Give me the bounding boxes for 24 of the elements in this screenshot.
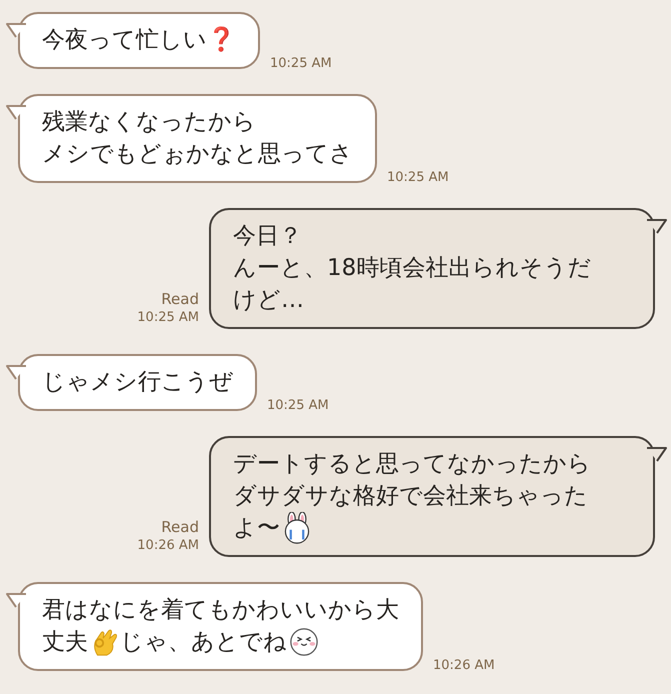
- read-receipt: Read: [161, 517, 199, 537]
- message-text: デートすると思ってなかったから: [233, 450, 591, 479]
- message-time: 10:26 AM: [137, 537, 199, 555]
- message-text: ❓: [207, 26, 236, 55]
- message-text: 君はなにを着てもかわいいから大: [42, 596, 399, 625]
- message-text: んーと、18時頃会社出られそうだ: [233, 254, 592, 283]
- message-time: 10:25 AM: [387, 169, 449, 187]
- message-text: 今夜って忙しい: [42, 26, 207, 55]
- message-time: 10:26 AM: [433, 657, 495, 675]
- message-text: メシでもどぉかなと思ってさ: [42, 140, 353, 169]
- laughing-face-icon: [289, 626, 319, 658]
- message-time: 10:25 AM: [267, 397, 329, 415]
- rabbit-icon: [282, 512, 312, 544]
- read-receipt: Read: [161, 289, 199, 309]
- message-text: じゃメシ行こうぜ: [42, 368, 233, 397]
- message-time: 10:25 AM: [137, 309, 199, 327]
- message-text: じゃ、あとでね: [120, 628, 287, 657]
- message-text: よ〜: [233, 514, 280, 543]
- message-time: 10:25 AM: [270, 55, 332, 73]
- message-text: 残業なくなったから: [42, 108, 256, 137]
- message-text: 丈夫: [42, 628, 88, 657]
- message-text: けど…: [233, 286, 304, 315]
- message-text: 今日？: [233, 222, 302, 251]
- message-text: ダサダサな格好で会社来ちゃった: [233, 482, 588, 511]
